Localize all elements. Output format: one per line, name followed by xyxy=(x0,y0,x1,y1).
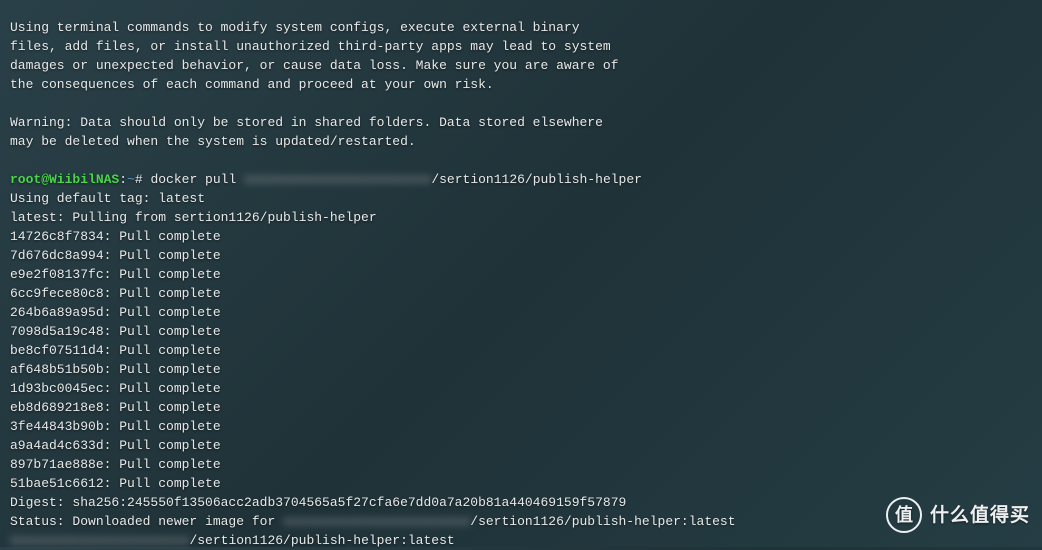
layer-line: 1d93bc0045ec: Pull complete xyxy=(10,379,1032,398)
prompt-line: root@WiibilNAS:~# docker pull xxxxxxxxxx… xyxy=(10,170,1032,189)
layer-line: 3fe44843b90b: Pull complete xyxy=(10,417,1032,436)
layer-line: e9e2f08137fc: Pull complete xyxy=(10,265,1032,284)
warning-line: damages or unexpected behavior, or cause… xyxy=(10,56,1032,75)
warning-line: Using terminal commands to modify system… xyxy=(10,18,1032,37)
digest-line: Digest: sha256:245550f13506acc2adb370456… xyxy=(10,493,1032,512)
warning-line: the consequences of each command and pro… xyxy=(10,75,1032,94)
prompt-user: root@WiibilNAS xyxy=(10,172,119,187)
layer-line: 14726c8f7834: Pull complete xyxy=(10,227,1032,246)
terminal-output[interactable]: Using terminal commands to modify system… xyxy=(10,18,1032,550)
layer-line: eb8d689218e8: Pull complete xyxy=(10,398,1032,417)
prompt-path: ~ xyxy=(127,172,135,187)
watermark: 值 什么值得买 xyxy=(886,497,1030,533)
redacted-text: xxxxxxxxxxxxxxxxxxxxxxxx xyxy=(283,514,470,529)
layer-line: 897b71ae888e: Pull complete xyxy=(10,455,1032,474)
layer-line: 51bae51c6612: Pull complete xyxy=(10,474,1032,493)
redacted-text: xxxxxxxxxxxxxxxxxxxxxxx xyxy=(10,533,189,548)
layer-line: 264b6a89a95d: Pull complete xyxy=(10,303,1032,322)
warning-line: files, add files, or install unauthorize… xyxy=(10,37,1032,56)
command-text: docker pull xyxy=(150,172,244,187)
redacted-text: xxxxxxxxxxxxxxxxxxxxxxxx xyxy=(244,172,431,187)
layer-line: af648b51b50b: Pull complete xyxy=(10,360,1032,379)
layer-line: 7098d5a19c48: Pull complete xyxy=(10,322,1032,341)
watermark-text: 什么值得买 xyxy=(930,506,1030,525)
layer-line: be8cf07511d4: Pull complete xyxy=(10,341,1032,360)
output-line: Using default tag: latest xyxy=(10,189,1032,208)
command-text: /sertion1126/publish-helper xyxy=(431,172,642,187)
layer-line: a9a4ad4c633d: Pull complete xyxy=(10,436,1032,455)
status-line: Status: Downloaded newer image for xxxxx… xyxy=(10,512,1032,531)
layer-line: 6cc9fece80c8: Pull complete xyxy=(10,284,1032,303)
prompt-hash: # xyxy=(135,172,151,187)
warning-line: Warning: Data should only be stored in s… xyxy=(10,113,1032,132)
layer-line: 7d676dc8a994: Pull complete xyxy=(10,246,1032,265)
prompt-sep: : xyxy=(119,172,127,187)
warning-line: may be deleted when the system is update… xyxy=(10,132,1032,151)
watermark-icon: 值 xyxy=(886,497,922,533)
output-line: latest: Pulling from sertion1126/publish… xyxy=(10,208,1032,227)
output-line: xxxxxxxxxxxxxxxxxxxxxxx/sertion1126/publ… xyxy=(10,531,1032,550)
